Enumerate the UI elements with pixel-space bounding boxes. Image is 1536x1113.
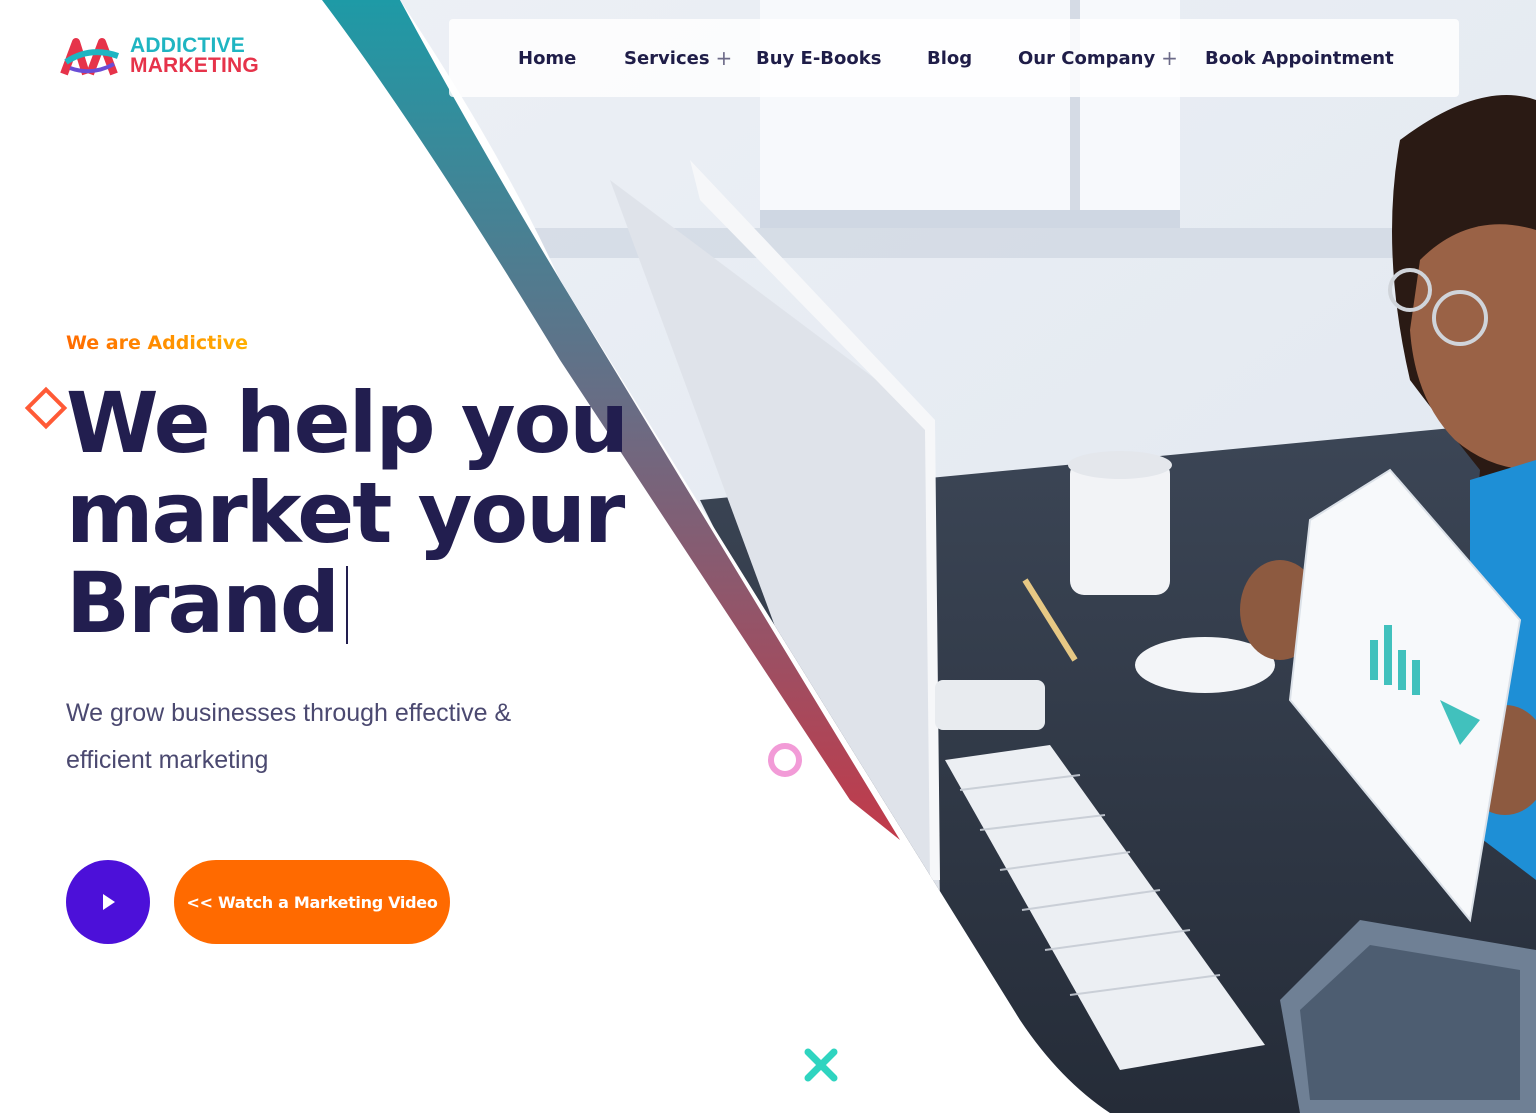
hero-eyebrow: We are Addictive <box>66 332 249 354</box>
ring-decoration-icon <box>768 743 802 777</box>
addictive-marketing-logo-icon <box>60 38 120 76</box>
nav-item-label: Services <box>624 47 710 69</box>
diamond-decoration-icon <box>24 386 68 430</box>
nav-item-label: Blog <box>927 47 973 69</box>
hero-headline: We help you market your Brand <box>66 378 686 648</box>
nav-item-buy-ebooks[interactable]: Buy E-Books <box>756 19 881 97</box>
cross-decoration-icon <box>804 1048 838 1082</box>
main-navigation: Home Services + Buy E-Books Blog Our Com… <box>449 19 1459 97</box>
nav-item-book-appointment[interactable]: Book Appointment <box>1205 19 1394 97</box>
nav-item-label: Our Company <box>1018 47 1156 69</box>
watch-video-button[interactable]: << Watch a Marketing Video <box>174 860 450 944</box>
nav-item-services[interactable]: Services + <box>624 19 732 97</box>
nav-item-home[interactable]: Home <box>518 19 576 97</box>
play-video-button[interactable] <box>66 860 150 944</box>
typing-caret <box>346 566 349 644</box>
brand-logo[interactable]: ADDICTIVE MARKETING <box>60 34 259 78</box>
headline-line: We help you <box>66 374 629 472</box>
nav-item-blog[interactable]: Blog <box>927 19 972 97</box>
headline-word: Brand <box>66 554 340 652</box>
nav-item-label: Home <box>518 47 577 69</box>
brand-name-line2: MARKETING <box>130 54 259 77</box>
play-icon <box>103 894 115 910</box>
plus-icon[interactable]: + <box>1161 46 1178 70</box>
brand-name-line1: ADDICTIVE <box>130 34 245 57</box>
nav-item-label: Book Appointment <box>1205 47 1394 69</box>
headline-line-last: Brand <box>66 558 686 648</box>
nav-item-label: Buy E-Books <box>756 47 882 69</box>
hero-subtext: We grow businesses through effective & e… <box>66 699 512 774</box>
nav-item-our-company[interactable]: Our Company + <box>1018 19 1178 97</box>
headline-line: market your <box>66 464 625 562</box>
plus-icon[interactable]: + <box>716 46 733 70</box>
